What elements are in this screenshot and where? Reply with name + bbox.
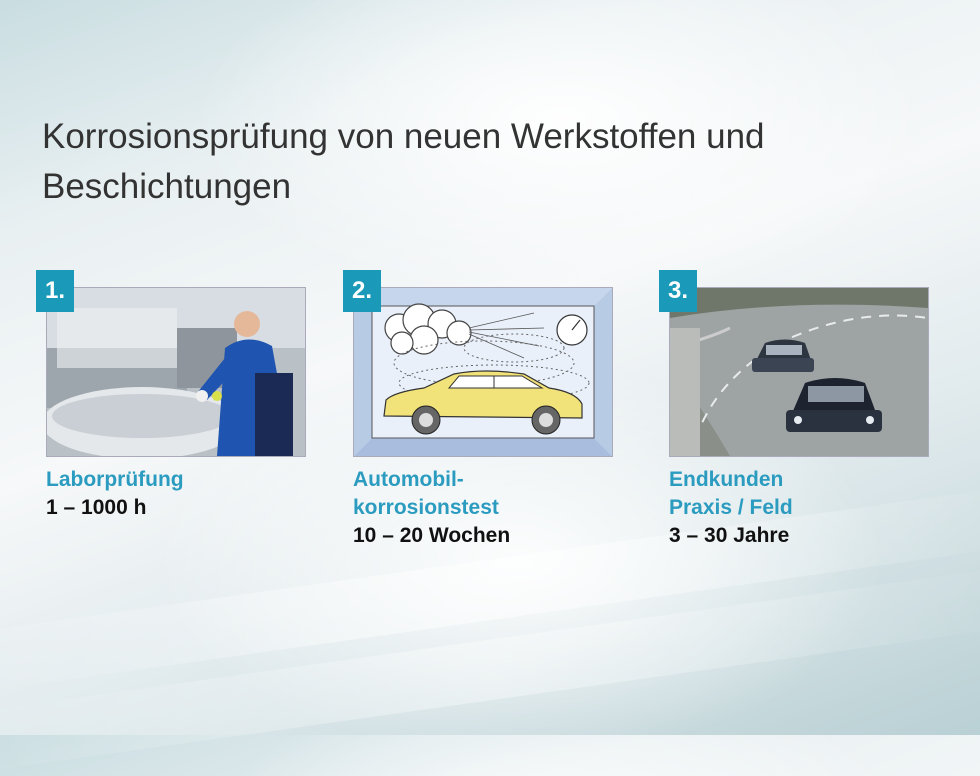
caption-title-line-2: korrosionstest bbox=[353, 496, 499, 519]
panel-caption: Automobil- korrosionstest 10 – 20 Wochen bbox=[353, 466, 623, 550]
step-number-badge: 1. bbox=[36, 270, 74, 312]
field-test-photo bbox=[669, 287, 929, 457]
step-number-badge: 3. bbox=[659, 270, 697, 312]
caption-title: Laborprüfung bbox=[46, 468, 184, 491]
slide-title: Korrosionsprüfung von neuen Werkstoffen … bbox=[42, 117, 765, 206]
panel-caption: Laborprüfung 1 – 1000 h bbox=[46, 466, 316, 522]
caption-duration: 1 – 1000 h bbox=[46, 496, 147, 519]
caption-title-line-1: Endkunden bbox=[669, 468, 784, 491]
caption-duration: 10 – 20 Wochen bbox=[353, 524, 511, 547]
step-number-badge: 2. bbox=[343, 270, 381, 312]
caption-duration: 3 – 30 Jahre bbox=[669, 524, 790, 547]
caption-title-line-1: Automobil- bbox=[353, 468, 464, 491]
caption-title-line-2: Praxis / Feld bbox=[669, 496, 793, 519]
panel-caption: Endkunden Praxis / Feld 3 – 30 Jahre bbox=[669, 466, 939, 550]
lab-test-photo bbox=[46, 287, 306, 457]
vehicle-test-illustration bbox=[353, 287, 613, 457]
